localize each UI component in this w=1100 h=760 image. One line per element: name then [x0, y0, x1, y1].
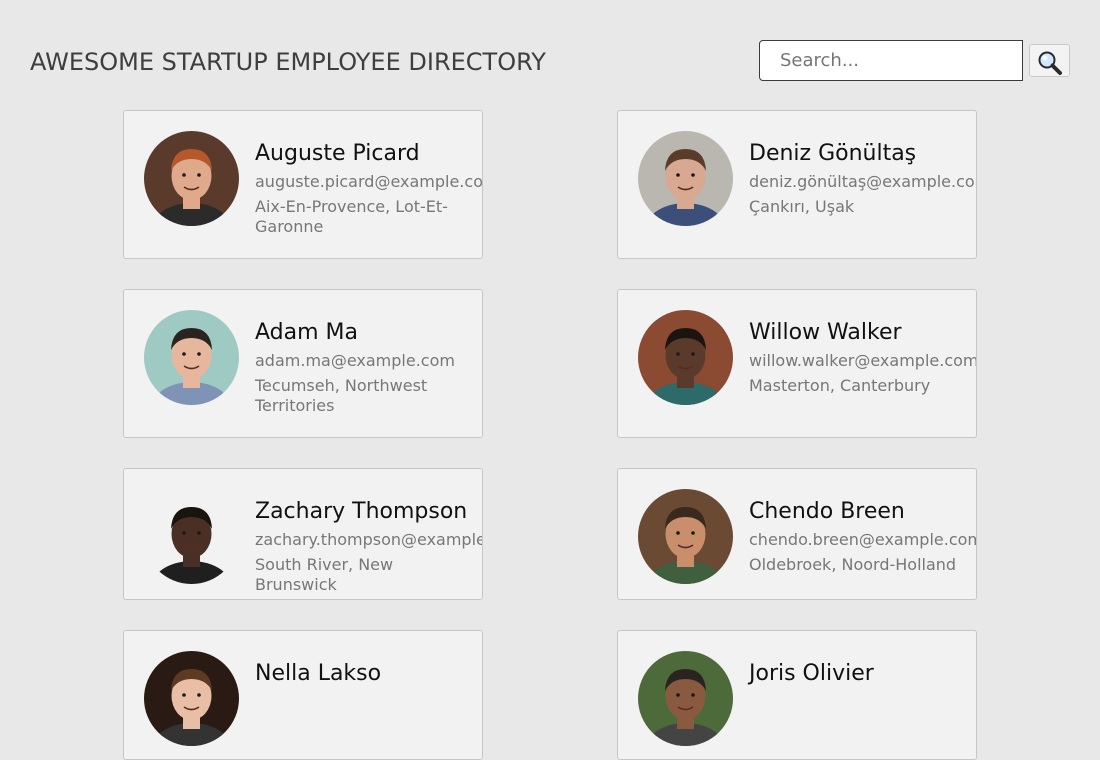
employee-card[interactable]: Zachary Thompson zachary.thompson@exampl… — [123, 468, 483, 600]
employee-card[interactable]: Auguste Picard auguste.picard@example.co… — [123, 110, 483, 259]
employee-name: Willow Walker — [749, 320, 902, 345]
employee-card[interactable]: Nella Lakso — [123, 630, 483, 760]
employee-email: adam.ma@example.com — [255, 351, 455, 370]
employee-name: Nella Lakso — [255, 661, 382, 686]
employee-card[interactable]: Willow Walker willow.walker@example.com … — [617, 289, 977, 438]
employee-email: willow.walker@example.com — [749, 351, 976, 370]
employee-info: Deniz Gönültaş deniz.gönültaş@example.co… — [749, 139, 976, 217]
employee-info: Nella Lakso — [255, 659, 482, 695]
employee-location: Çankırı, Uşak — [749, 197, 855, 216]
employee-location: Masterton, Canterbury — [749, 376, 931, 395]
employee-card[interactable]: Joris Olivier — [617, 630, 977, 760]
employee-info: Willow Walker willow.walker@example.com … — [749, 318, 976, 396]
employee-card[interactable]: Chendo Breen chendo.breen@example.com Ol… — [617, 468, 977, 600]
employee-info: Zachary Thompson zachary.thompson@exampl… — [255, 497, 482, 595]
employee-grid: Auguste Picard auguste.picard@example.co… — [0, 0, 1100, 760]
avatar — [638, 310, 733, 405]
employee-info: Chendo Breen chendo.breen@example.com Ol… — [749, 497, 976, 575]
employee-email: chendo.breen@example.com — [749, 530, 976, 549]
employee-card[interactable]: Adam Ma adam.ma@example.com Tecumseh, No… — [123, 289, 483, 438]
employee-email: auguste.picard@example.com — [255, 172, 482, 191]
employee-location: Aix-En-Provence, Lot-Et-Garonne — [255, 197, 448, 236]
employee-name: Auguste Picard — [255, 141, 420, 166]
employee-info: Auguste Picard auguste.picard@example.co… — [255, 139, 482, 237]
avatar — [144, 489, 239, 584]
employee-info: Joris Olivier — [749, 659, 976, 695]
employee-name: Joris Olivier — [749, 661, 874, 686]
avatar — [638, 489, 733, 584]
employee-location: Oldebroek, Noord-Holland — [749, 555, 957, 574]
employee-email: deniz.gönültaş@example.com — [749, 172, 976, 191]
avatar — [638, 131, 733, 226]
employee-location: South River, New Brunswick — [255, 555, 394, 594]
employee-name: Chendo Breen — [749, 499, 905, 524]
employee-email: zachary.thompson@example.com — [255, 530, 482, 549]
employee-card[interactable]: Deniz Gönültaş deniz.gönültaş@example.co… — [617, 110, 977, 259]
avatar — [638, 651, 733, 746]
avatar — [144, 131, 239, 226]
employee-name: Deniz Gönültaş — [749, 141, 917, 166]
employee-name: Zachary Thompson — [255, 499, 468, 524]
avatar — [144, 651, 239, 746]
employee-name: Adam Ma — [255, 320, 358, 345]
avatar — [144, 310, 239, 405]
employee-info: Adam Ma adam.ma@example.com Tecumseh, No… — [255, 318, 482, 416]
employee-location: Tecumseh, Northwest Territories — [255, 376, 428, 415]
